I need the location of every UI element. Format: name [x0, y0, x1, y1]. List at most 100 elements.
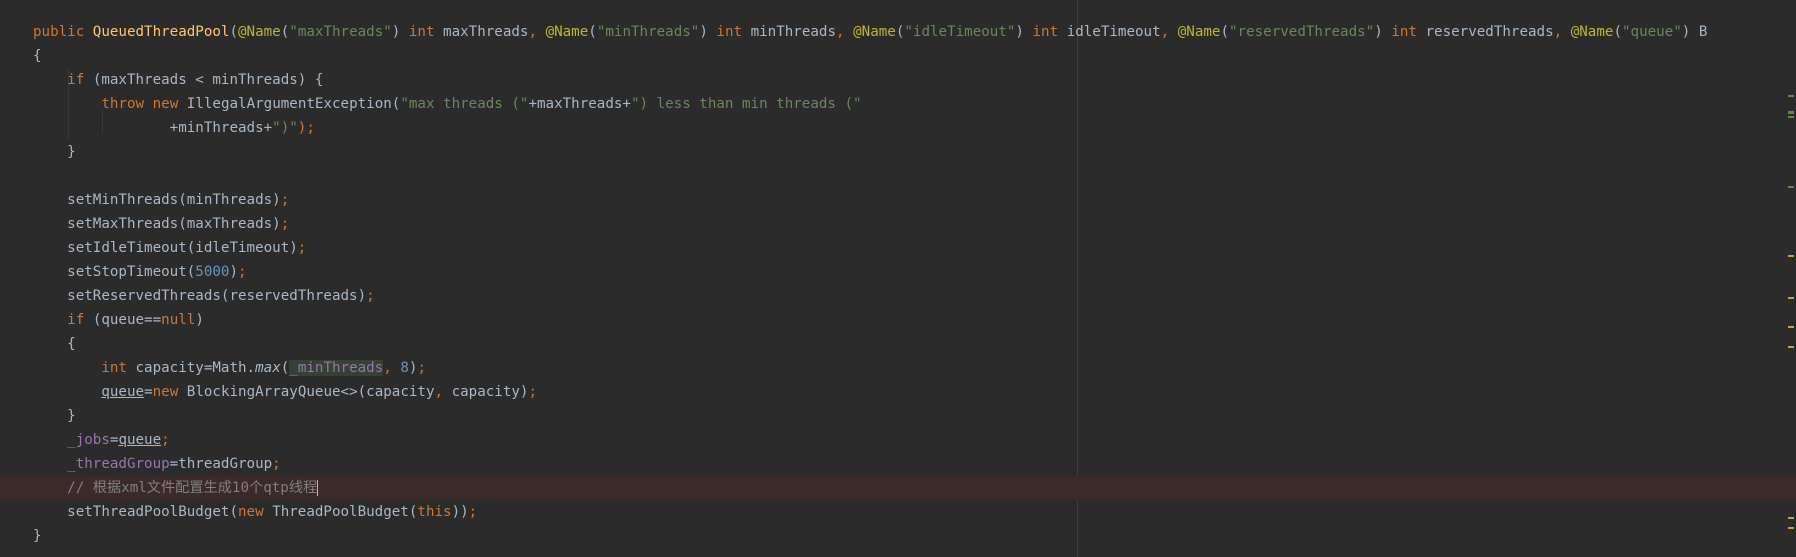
code-line: int capacity=Math.max(_minThreads, 8); — [33, 356, 1796, 380]
token: setMaxThreads(maxThreads) — [67, 216, 281, 232]
token: ") less than min threads (" — [630, 96, 862, 112]
token: capacity) — [451, 384, 529, 400]
token: "idleTimeout" — [904, 24, 1016, 40]
code-line: +minThreads+")"); — [33, 116, 1796, 140]
token: { — [67, 336, 76, 352]
token: 8 — [400, 360, 409, 376]
token: (queue== — [92, 312, 162, 328]
token: int — [101, 360, 127, 376]
token: @Name — [1570, 24, 1614, 40]
token: "minThreads" — [596, 24, 700, 40]
token: ; — [161, 432, 170, 448]
token: setThreadPoolBudget( — [67, 504, 239, 520]
token: ; — [297, 240, 307, 256]
code-line: setMinThreads(minThreads); — [33, 188, 1796, 212]
stripe-marker[interactable] — [1788, 346, 1794, 348]
token: 5000 — [195, 264, 230, 280]
token: ThreadPoolBudget( — [272, 504, 418, 520]
gutter — [0, 0, 26, 557]
stripe-marker[interactable] — [1788, 186, 1794, 188]
stripe-marker[interactable] — [1788, 116, 1794, 118]
stripe-marker[interactable] — [1788, 255, 1794, 257]
token: , — [383, 360, 392, 376]
token: IllegalArgumentException( — [186, 96, 401, 112]
code-line: _threadGroup=threadGroup; — [33, 452, 1796, 476]
token: @Name — [1177, 24, 1221, 40]
token: } — [67, 144, 76, 160]
token: ( — [280, 360, 290, 376]
token: int — [1391, 24, 1417, 40]
token: BlockingArrayQueue<>(capacity — [186, 384, 435, 400]
token: , — [434, 384, 444, 400]
token: public — [33, 24, 85, 40]
token: ; — [468, 504, 478, 520]
token: new — [152, 96, 179, 112]
token: = — [144, 384, 153, 400]
stripe-marker[interactable] — [1788, 326, 1794, 328]
code-line: setStopTimeout(5000); — [33, 260, 1796, 284]
token: } — [33, 528, 42, 544]
token: @Name — [853, 24, 896, 40]
code-line: } — [33, 140, 1796, 164]
token: throw — [101, 96, 145, 112]
code-line: } — [33, 404, 1796, 428]
token: ; — [280, 216, 290, 232]
stripe-marker[interactable] — [1788, 95, 1794, 97]
stripe-marker[interactable] — [1788, 111, 1794, 114]
code-line: setReservedThreads(reservedThreads); — [33, 284, 1796, 308]
token: +minThreads+ — [169, 120, 273, 136]
token: ; — [528, 384, 538, 400]
code-editor[interactable]: public QueuedThreadPool(@Name("maxThread… — [0, 0, 1796, 557]
token: ); — [297, 120, 315, 136]
token: int — [1032, 24, 1059, 40]
stripe-marker[interactable] — [1788, 527, 1794, 529]
token: int — [716, 24, 743, 40]
token: ; — [280, 192, 290, 208]
token: setReservedThreads(reservedThreads) — [67, 288, 367, 304]
token: queue — [101, 384, 145, 400]
stripe-marker[interactable] — [1788, 517, 1794, 519]
error-stripe[interactable] — [1786, 0, 1796, 557]
code-line: if (queue==null) — [33, 308, 1796, 332]
token: B — [1698, 24, 1708, 40]
token: )) — [451, 504, 469, 520]
token: "maxThreads" — [289, 24, 392, 40]
code-line: _jobs=queue; — [33, 428, 1796, 452]
stripe-marker[interactable] — [1788, 297, 1794, 299]
token: if — [67, 72, 85, 88]
code-line: { — [33, 44, 1796, 68]
code-line: throw new IllegalArgumentException("max … — [33, 92, 1796, 116]
code-comment: // 根据xml文件配置生成10个qtp线程 — [67, 480, 318, 496]
token: this — [417, 504, 452, 520]
token: setIdleTimeout(idleTimeout) — [67, 240, 298, 256]
token: "reservedThreads" — [1229, 24, 1375, 40]
token: "max threads (" — [400, 96, 529, 112]
token: QueuedThreadPool — [92, 24, 230, 40]
token: new — [152, 384, 179, 400]
token: ; — [238, 264, 247, 280]
token: (maxThreads < minThreads) { — [92, 72, 324, 88]
token: _threadGroup — [67, 456, 170, 472]
code-line: } — [33, 524, 1796, 548]
token: int — [408, 24, 435, 40]
code-line: setThreadPoolBudget(new ThreadPoolBudget… — [33, 500, 1796, 524]
token: { — [33, 48, 42, 64]
token: ; — [272, 456, 281, 472]
token: idleTimeout — [1066, 24, 1161, 40]
token: max — [255, 360, 281, 376]
current-line[interactable]: // 根据xml文件配置生成10个qtp线程 — [0, 476, 1796, 500]
token: _minThreads — [289, 360, 384, 376]
token: ")" — [272, 120, 298, 136]
code-line: setIdleTimeout(idleTimeout); — [33, 236, 1796, 260]
code-line: queue=new BlockingArrayQueue<>(capacity,… — [33, 380, 1796, 404]
token: @Name — [545, 24, 589, 40]
token: ) — [195, 312, 204, 328]
token: setMinThreads(minThreads) — [67, 192, 281, 208]
token: ; — [417, 360, 426, 376]
token: if — [67, 312, 85, 328]
token: maxThreads — [443, 24, 529, 40]
token: null — [161, 312, 196, 328]
token: "queue" — [1621, 24, 1682, 40]
code-area[interactable]: public QueuedThreadPool(@Name("maxThread… — [0, 20, 1796, 548]
